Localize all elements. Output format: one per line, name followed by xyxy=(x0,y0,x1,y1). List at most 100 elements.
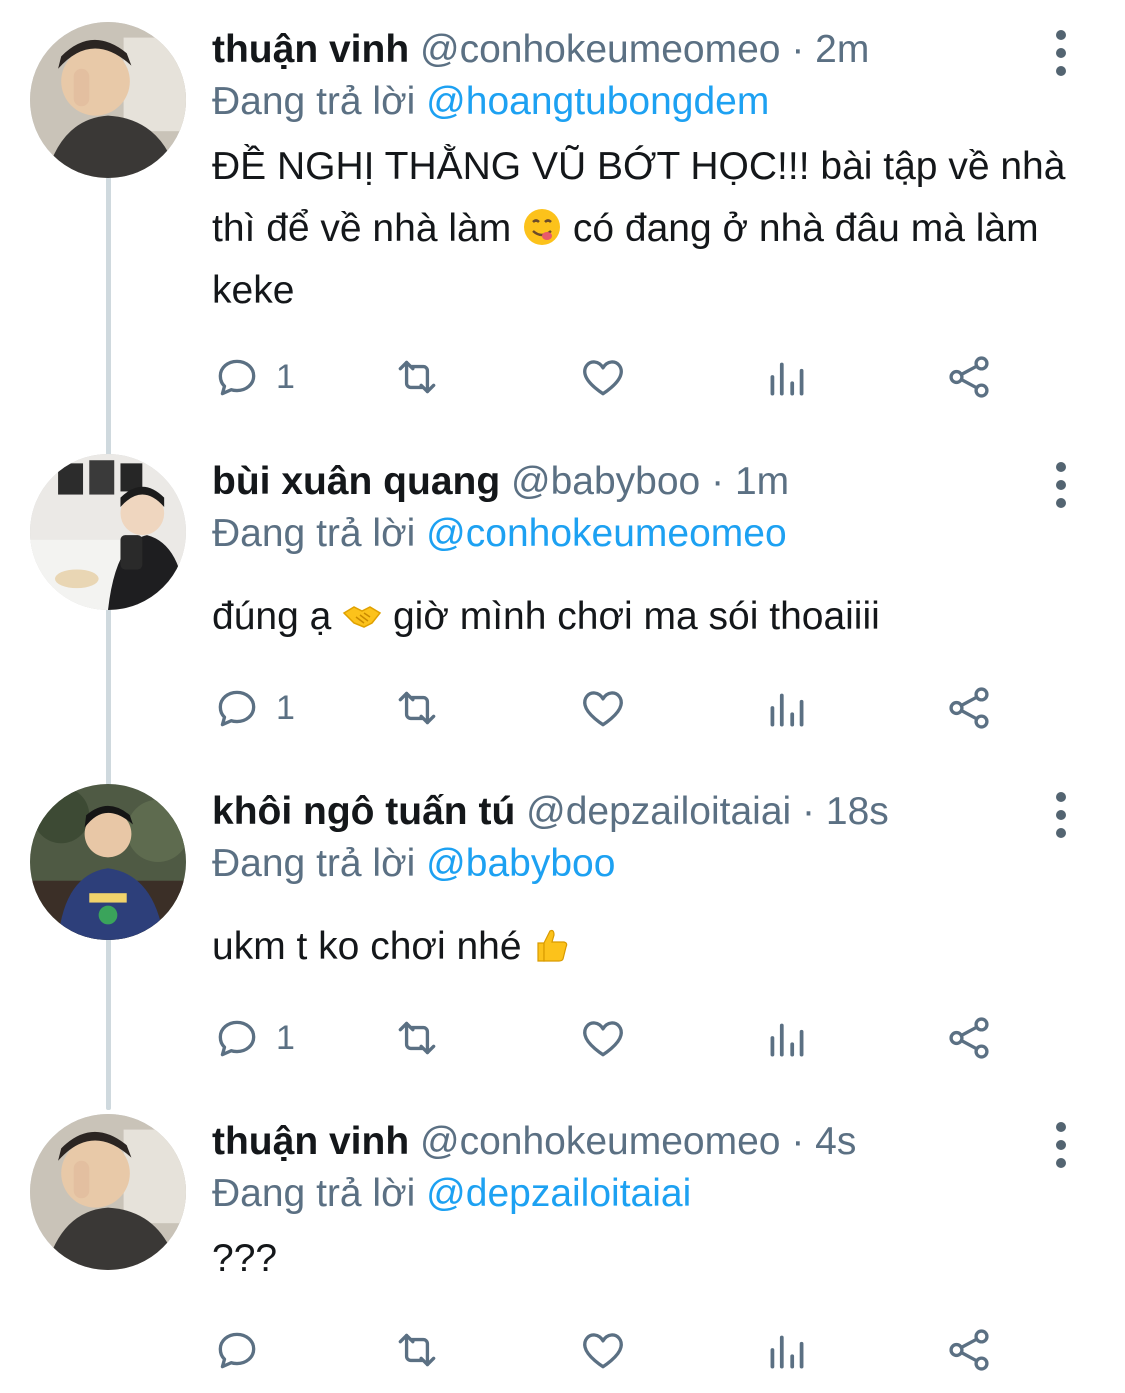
like-button[interactable] xyxy=(578,347,628,407)
share-button[interactable] xyxy=(944,678,994,738)
timestamp[interactable]: 18s xyxy=(826,790,889,833)
like-button[interactable] xyxy=(578,678,628,738)
more-options-icon[interactable] xyxy=(1040,26,1084,86)
reply-mention[interactable]: @depzailoitaiai xyxy=(426,1172,691,1215)
heart-icon xyxy=(583,1021,623,1057)
avatar[interactable] xyxy=(30,1114,186,1270)
tweet-header: thuận vinh @conhokeumeomeo · 2m xyxy=(212,22,869,78)
display-name[interactable]: khôi ngô tuấn tú xyxy=(212,790,515,833)
retweet-button[interactable] xyxy=(392,347,442,407)
tweet-text: ĐỀ NGHỊ THẰNG VŨ BỚT HỌC!!! bài tập về n… xyxy=(212,136,1092,322)
avatar[interactable] xyxy=(30,22,186,178)
reply-context: Đang trả lời @babyboo xyxy=(212,836,615,892)
reply-prefix: Đang trả lời xyxy=(212,512,416,555)
avatar[interactable] xyxy=(30,454,186,610)
tweet-text-part: đúng ạ xyxy=(212,595,343,638)
reply-context: Đang trả lời @conhokeumeomeo xyxy=(212,506,787,562)
avatar-image xyxy=(30,22,186,178)
retweet-button[interactable] xyxy=(392,1320,442,1380)
tweet-header: bùi xuân quang @babyboo · 1m xyxy=(212,454,789,510)
action-bar: 1 xyxy=(212,1008,1012,1068)
tweet-header: khôi ngô tuấn tú @depzailoitaiai · 18s xyxy=(212,784,889,840)
reply-count: 1 xyxy=(276,1018,295,1057)
more-options-icon[interactable] xyxy=(1040,458,1084,518)
retweet-icon xyxy=(398,691,436,725)
share-icon xyxy=(949,1329,989,1371)
reply-context: Đang trả lời @depzailoitaiai xyxy=(212,1166,691,1222)
like-button[interactable] xyxy=(578,1320,628,1380)
user-handle[interactable]: @conhokeumeomeo xyxy=(420,28,780,71)
timestamp[interactable]: 2m xyxy=(815,28,869,71)
user-handle[interactable]: @depzailoitaiai xyxy=(526,790,791,833)
reply-count: 1 xyxy=(276,688,295,727)
analytics-icon xyxy=(770,362,804,396)
retweet-button[interactable] xyxy=(392,1008,442,1068)
analytics-icon xyxy=(770,693,804,727)
action-bar xyxy=(212,1320,1012,1380)
like-button[interactable] xyxy=(578,1008,628,1068)
analytics-button[interactable] xyxy=(762,678,812,738)
share-button[interactable] xyxy=(944,1008,994,1068)
retweet-icon xyxy=(398,360,436,394)
more-options-icon[interactable] xyxy=(1040,1118,1084,1178)
reply-icon xyxy=(218,1020,256,1057)
tweet-text-part: ukm t ko chơi nhé xyxy=(212,925,533,968)
tweet-text: ukm t ko chơi nhé xyxy=(212,916,1092,978)
separator: · xyxy=(711,460,725,503)
reply-icon xyxy=(218,690,256,727)
reply-icon xyxy=(218,359,256,396)
share-icon xyxy=(949,687,989,729)
separator: · xyxy=(791,1120,805,1163)
reply-button[interactable] xyxy=(212,1320,262,1380)
retweet-icon xyxy=(398,1333,436,1367)
analytics-button[interactable] xyxy=(762,1320,812,1380)
reply-context: Đang trả lời @hoangtubongdem xyxy=(212,74,769,130)
reply-prefix: Đang trả lời xyxy=(212,842,416,885)
tweet-text: đúng ạ giờ mình chơi ma sói thoaiiii xyxy=(212,586,1092,648)
handshake-icon xyxy=(342,606,382,628)
heart-icon xyxy=(583,360,623,396)
share-button[interactable] xyxy=(944,347,994,407)
reply-button[interactable]: 1 xyxy=(212,1008,295,1068)
reply-mention[interactable]: @conhokeumeomeo xyxy=(426,512,786,555)
timestamp[interactable]: 4s xyxy=(815,1120,856,1163)
thumbs-up-icon xyxy=(537,929,568,962)
share-button[interactable] xyxy=(944,1320,994,1380)
face-savoring-food-icon xyxy=(524,209,561,245)
separator: · xyxy=(791,28,805,71)
analytics-icon xyxy=(770,1023,804,1057)
timestamp[interactable]: 1m xyxy=(735,460,789,503)
more-options-icon[interactable] xyxy=(1040,788,1084,848)
heart-icon xyxy=(583,1333,623,1369)
display-name[interactable]: bùi xuân quang xyxy=(212,460,500,503)
thread-line xyxy=(106,165,111,1110)
action-bar: 1 xyxy=(212,347,1012,407)
avatar-image xyxy=(30,1114,186,1270)
tweet-text-part: ??? xyxy=(212,1237,278,1280)
avatar-image xyxy=(30,784,186,940)
action-bar: 1 xyxy=(212,678,1012,738)
analytics-icon xyxy=(770,1335,804,1369)
separator: · xyxy=(802,790,816,833)
analytics-button[interactable] xyxy=(762,347,812,407)
retweet-icon xyxy=(398,1021,436,1055)
share-icon xyxy=(949,1017,989,1059)
reply-icon xyxy=(218,1332,256,1369)
reply-mention[interactable]: @hoangtubongdem xyxy=(426,80,769,123)
user-handle[interactable]: @babyboo xyxy=(511,460,700,503)
tweet-text-part: giờ mình chơi ma sói thoaiiii xyxy=(382,595,880,638)
display-name[interactable]: thuận vinh xyxy=(212,1120,409,1163)
reply-button[interactable]: 1 xyxy=(212,347,295,407)
user-handle[interactable]: @conhokeumeomeo xyxy=(420,1120,780,1163)
tweet-header: thuận vinh @conhokeumeomeo · 4s xyxy=(212,1114,856,1170)
analytics-button[interactable] xyxy=(762,1008,812,1068)
tweet-text: ??? xyxy=(212,1228,1092,1290)
reply-prefix: Đang trả lời xyxy=(212,1172,416,1215)
reply-mention[interactable]: @babyboo xyxy=(426,842,615,885)
display-name[interactable]: thuận vinh xyxy=(212,28,409,71)
heart-icon xyxy=(583,691,623,727)
reply-count: 1 xyxy=(276,357,295,396)
retweet-button[interactable] xyxy=(392,678,442,738)
avatar[interactable] xyxy=(30,784,186,940)
reply-button[interactable]: 1 xyxy=(212,678,295,738)
